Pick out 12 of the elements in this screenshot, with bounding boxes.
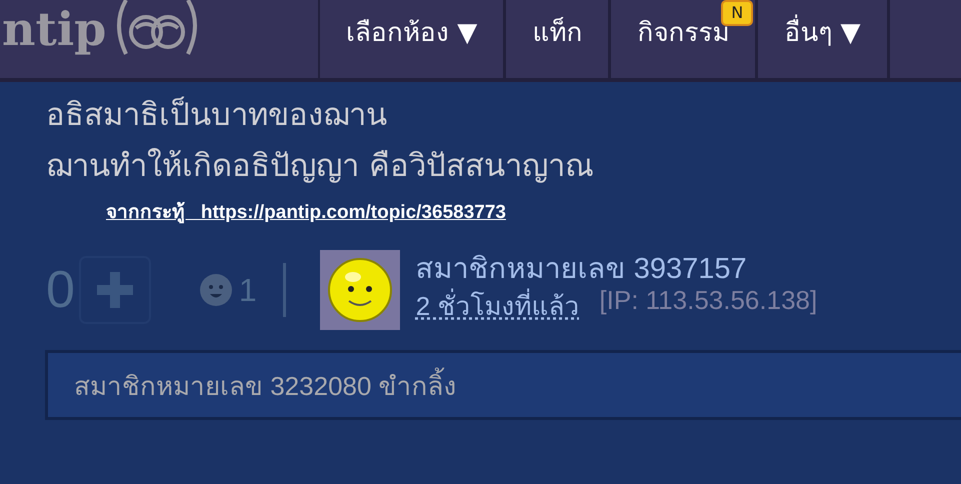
new-badge: N <box>721 0 754 26</box>
logo-text: ntip <box>2 4 106 54</box>
face-icon <box>198 273 233 307</box>
plus-icon <box>94 270 135 310</box>
reply-box: สมาชิกหมายเลข 3232080 ขำกลิ้ง <box>45 350 961 420</box>
vote-count: 0 <box>46 260 75 320</box>
emotion-count: 1 <box>238 272 257 308</box>
plus-button[interactable] <box>78 256 151 324</box>
ip-address: [IP: 113.53.56.138] <box>599 285 818 318</box>
post-time[interactable]: 2 ชั่วโมงที่แล้ว <box>416 285 580 326</box>
source-link[interactable]: จากกระทู้ https://pantip.com/topic/36583773 <box>106 196 506 226</box>
author-name[interactable]: สมาชิกหมายเลข 3937157 <box>416 254 818 286</box>
